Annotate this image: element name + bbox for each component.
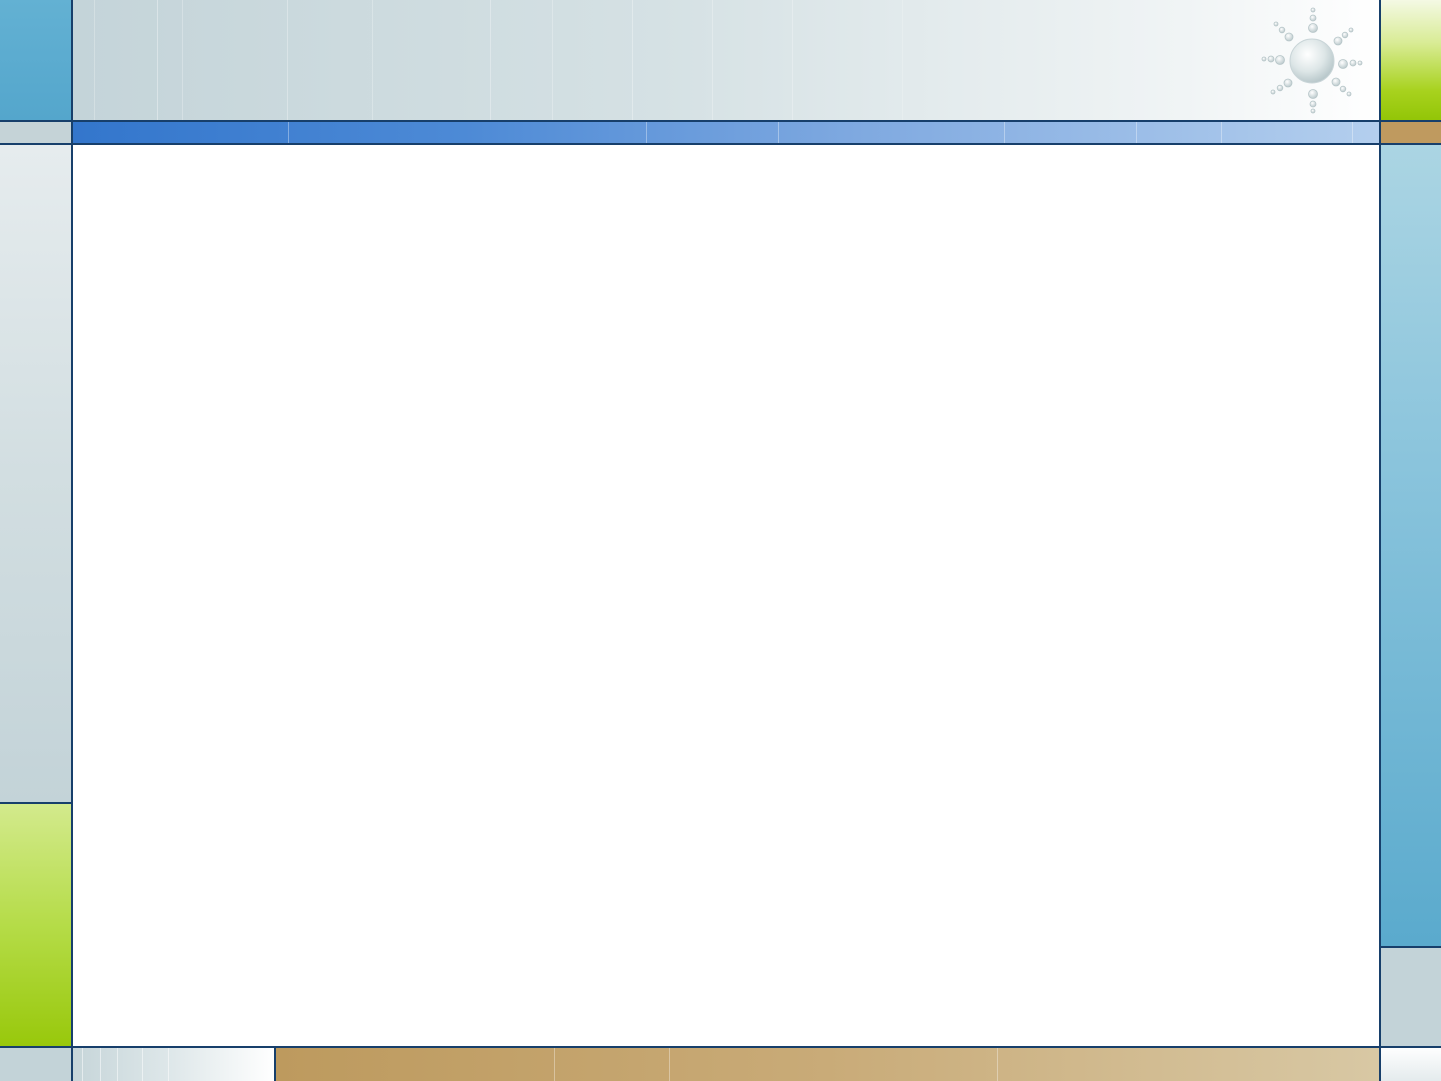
footer-right-white-block [1380,1047,1441,1081]
sun-bubbles-icon [1261,7,1363,114]
header-banner [72,0,1380,121]
divider-right-panel-split [1380,946,1441,948]
right-sidebar-grey-panel [1380,947,1441,1047]
divider-left-panel-split [0,802,72,804]
top-left-blue-block [0,0,72,121]
divider-bottom-horizontal [0,1046,1441,1048]
divider-footer-split [274,1047,276,1081]
content-area [72,144,1380,1047]
right-sidebar-blue-panel [1380,144,1441,947]
band-right-tan-block [1380,121,1441,144]
divider-top-horizontal [0,120,1441,122]
footer-striped-block [72,1047,275,1081]
left-sidebar-grey-panel [0,144,72,803]
left-sidebar-lime-panel [0,803,72,1047]
header-blue-band [72,121,1380,144]
footer-tan-band [275,1047,1380,1081]
divider-band-bottom-horizontal [0,143,1441,145]
band-left-grey-block [0,121,72,144]
divider-right-vertical [1379,0,1381,1081]
top-right-lime-block [1380,0,1441,121]
divider-left-vertical [71,0,73,1081]
footer-left-grey-block [0,1047,72,1081]
